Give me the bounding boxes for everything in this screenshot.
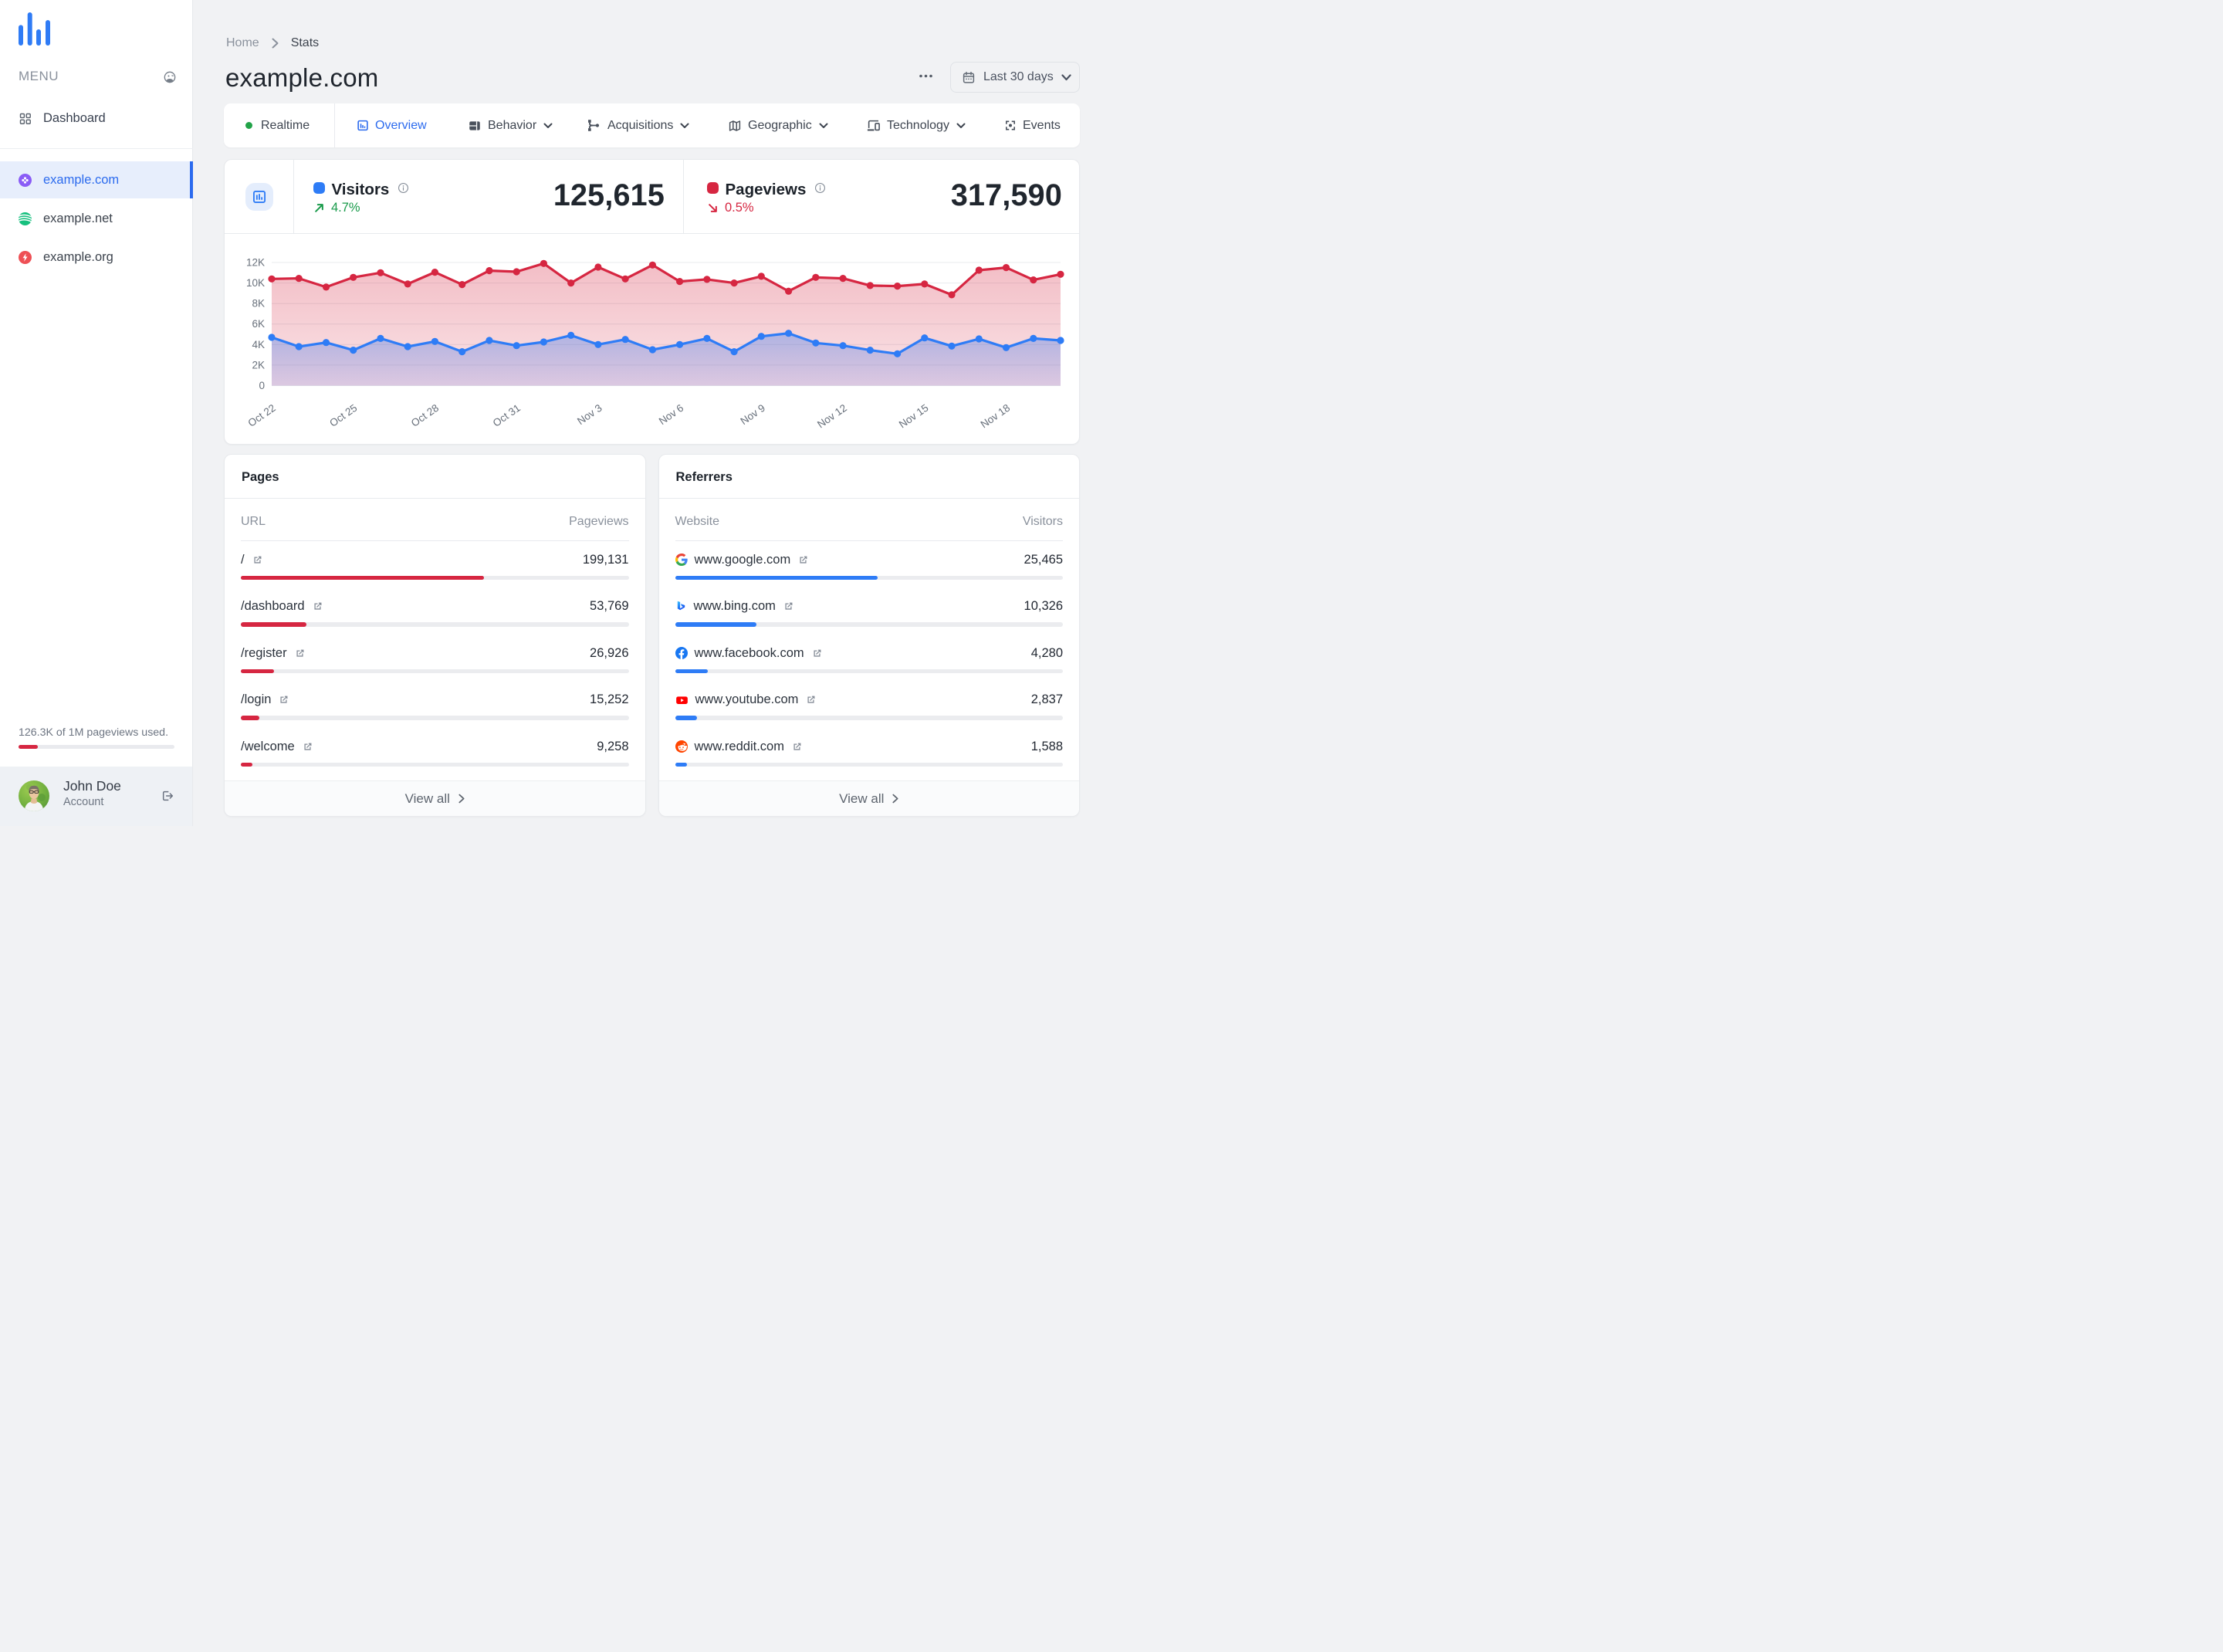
svg-text:8K: 8K: [252, 298, 265, 310]
svg-text:Nov 6: Nov 6: [657, 402, 686, 428]
svg-text:2K: 2K: [252, 359, 265, 371]
svg-text:Oct 22: Oct 22: [246, 402, 278, 429]
svg-text:Nov 15: Nov 15: [897, 402, 931, 431]
svg-text:Nov 12: Nov 12: [815, 402, 849, 431]
svg-text:12K: 12K: [246, 257, 265, 269]
svg-text:10K: 10K: [246, 277, 265, 289]
svg-text:6K: 6K: [252, 318, 265, 330]
svg-text:4K: 4K: [252, 339, 265, 350]
svg-text:Nov 3: Nov 3: [575, 402, 604, 428]
svg-text:Nov 9: Nov 9: [739, 402, 768, 428]
svg-text:Nov 18: Nov 18: [979, 402, 1013, 431]
svg-text:Oct 25: Oct 25: [327, 402, 359, 429]
svg-text:0: 0: [259, 380, 265, 391]
svg-text:Oct 31: Oct 31: [491, 402, 523, 429]
svg-text:Oct 28: Oct 28: [409, 402, 441, 429]
